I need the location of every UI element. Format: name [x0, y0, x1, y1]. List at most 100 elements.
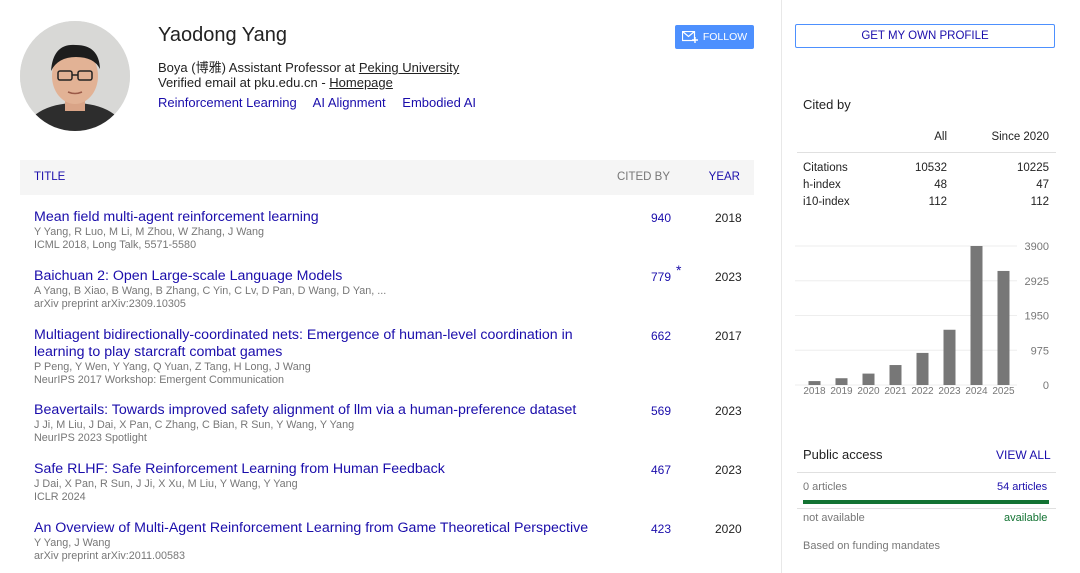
- chart-bar-2018[interactable]: [808, 381, 821, 385]
- cited-by-column-header: CITED BY: [616, 171, 670, 183]
- x-tick-label: 2022: [911, 386, 934, 397]
- article-title[interactable]: Beavertails: Towards improved safety ali…: [34, 402, 594, 419]
- articles-table-header: TITLE CITED BY YEAR: [20, 160, 754, 195]
- column-divider: [781, 0, 782, 573]
- cited-by-since-header: Since 2020: [991, 131, 1049, 143]
- article-row: Baichuan 2: Open Large-scale Language Mo…: [34, 262, 754, 310]
- citations-label[interactable]: Citations: [803, 162, 848, 174]
- article-authors: A Yang, B Xiao, B Wang, B Zhang, C Yin, …: [34, 285, 387, 297]
- available-label: available: [1004, 512, 1048, 524]
- homepage-link[interactable]: Homepage: [329, 75, 393, 90]
- view-all-link[interactable]: VIEW ALL: [996, 448, 1051, 462]
- chart-bar-2021[interactable]: [889, 365, 902, 385]
- interest-link[interactable]: AI Alignment: [313, 95, 386, 110]
- article-title[interactable]: Baichuan 2: Open Large-scale Language Mo…: [34, 268, 579, 285]
- chart-bar-2020[interactable]: [862, 373, 875, 385]
- profile-email: Verified email at pku.edu.cn - Homepage: [158, 75, 393, 90]
- article-citation-count[interactable]: 940: [651, 211, 671, 225]
- merged-citations-star[interactable]: *: [676, 262, 681, 278]
- chart-bar-2025[interactable]: [997, 270, 1010, 385]
- x-tick-label: 2023: [938, 386, 961, 397]
- citations-since: 10225: [1017, 162, 1049, 174]
- i10-index-row: i10-index 112 112: [803, 196, 1049, 212]
- article-venue: arXiv preprint arXiv:2309.10305: [34, 297, 186, 310]
- article-row: Safe RLHF: Safe Reinforcement Learning f…: [34, 461, 754, 503]
- article-year: 2020: [715, 522, 742, 536]
- article-row: An Overview of Multi-Agent Reinforcement…: [34, 520, 754, 562]
- chart-bar-2024[interactable]: [970, 246, 983, 385]
- article-year: 2023: [715, 404, 742, 418]
- article-citation-count[interactable]: 569: [651, 404, 671, 418]
- article-venue: ICML 2018, Long Talk, 5571-5580: [34, 238, 197, 251]
- x-tick-label: 2020: [857, 386, 880, 397]
- follow-label: FOLLOW: [702, 31, 748, 43]
- citations-all: 10532: [915, 162, 947, 174]
- available-count-link[interactable]: 54 articles: [997, 481, 1047, 493]
- cited-by-all-header: All: [934, 131, 947, 143]
- affiliation-text: Boya (博雅) Assistant Professor at: [158, 60, 359, 75]
- public-access-divider: [797, 508, 1056, 509]
- follow-button[interactable]: FOLLOW: [675, 25, 754, 49]
- i10-index-label[interactable]: i10-index: [803, 196, 850, 208]
- article-year: 2023: [715, 463, 742, 477]
- public-access-heading: Public access: [803, 447, 883, 462]
- article-title[interactable]: Multiagent bidirectionally-coordinated n…: [34, 327, 579, 361]
- interest-link[interactable]: Embodied AI: [402, 95, 476, 110]
- public-access-progress-bar: [803, 500, 1049, 504]
- article-authors: J Dai, X Pan, R Sun, J Ji, X Xu, M Liu, …: [34, 478, 298, 490]
- profile-name: Yaodong Yang: [158, 24, 288, 46]
- y-tick-label: 1950: [1025, 311, 1049, 323]
- x-tick-label: 2024: [965, 386, 988, 397]
- article-year: 2017: [715, 329, 742, 343]
- article-authors: Y Yang, R Luo, M Li, M Zhou, W Zhang, J …: [34, 226, 265, 238]
- article-citation-count[interactable]: 467: [651, 463, 671, 477]
- x-tick-label: 2021: [884, 386, 907, 397]
- article-venue: NeurIPS 2023 Spotlight: [34, 431, 147, 444]
- article-row: Beavertails: Towards improved safety ali…: [34, 402, 754, 444]
- sort-by-year[interactable]: YEAR: [709, 171, 740, 183]
- chart-bar-2019[interactable]: [835, 378, 848, 385]
- article-authors: P Peng, Y Wen, Y Yang, Q Yuan, Z Tang, H…: [34, 361, 311, 373]
- public-access-divider: [797, 472, 1056, 473]
- affiliation-link[interactable]: Peking University: [359, 60, 459, 75]
- cited-by-heading: Cited by: [803, 97, 851, 112]
- article-venue: arXiv preprint arXiv:2011.00583: [34, 549, 186, 562]
- article-row: Mean field multi-agent reinforcement lea…: [34, 209, 754, 251]
- not-available-count: 0 articles: [803, 481, 848, 493]
- citations-row: Citations 10532 10225: [803, 162, 1049, 178]
- get-my-own-profile-button[interactable]: GET MY OWN PROFILE: [795, 24, 1055, 48]
- article-citation-count[interactable]: 662: [651, 329, 671, 343]
- email-text: Verified email at pku.edu.cn -: [158, 75, 330, 90]
- not-available-label: not available: [803, 512, 865, 524]
- article-year: 2018: [715, 211, 742, 225]
- y-tick-label: 2925: [1025, 276, 1049, 288]
- sort-by-title[interactable]: TITLE: [34, 171, 65, 183]
- article-authors: Y Yang, J Wang: [34, 537, 111, 549]
- profile-avatar: [20, 21, 130, 131]
- funding-mandates-note: Based on funding mandates: [803, 540, 940, 552]
- i10-index-since: 112: [1030, 196, 1049, 208]
- h-index-all: 48: [934, 179, 947, 191]
- mail-plus-icon: [681, 31, 698, 43]
- article-year: 2023: [715, 270, 742, 284]
- article-citation-count[interactable]: 779: [651, 270, 671, 284]
- y-tick-label: 3900: [1025, 241, 1049, 253]
- h-index-since: 47: [1036, 179, 1049, 191]
- chart-bar-2023[interactable]: [943, 329, 956, 385]
- article-title[interactable]: Mean field multi-agent reinforcement lea…: [34, 209, 579, 226]
- y-tick-label: 975: [1031, 345, 1049, 357]
- h-index-row: h-index 48 47: [803, 179, 1049, 195]
- chart-bar-2022[interactable]: [916, 352, 929, 385]
- article-title[interactable]: Safe RLHF: Safe Reinforcement Learning f…: [34, 461, 579, 478]
- research-interests: Reinforcement Learning AI Alignment Embo…: [158, 95, 489, 110]
- article-row: Multiagent bidirectionally-coordinated n…: [34, 327, 754, 386]
- interest-link[interactable]: Reinforcement Learning: [158, 95, 297, 110]
- x-tick-label: 2019: [830, 386, 853, 397]
- h-index-label[interactable]: h-index: [803, 179, 841, 191]
- article-authors: J Ji, M Liu, J Dai, X Pan, C Zhang, C Bi…: [34, 419, 355, 431]
- article-title[interactable]: An Overview of Multi-Agent Reinforcement…: [34, 520, 609, 537]
- cited-by-divider: [797, 152, 1056, 153]
- article-citation-count[interactable]: 423: [651, 522, 671, 536]
- article-venue: ICLR 2024: [34, 490, 86, 503]
- y-tick-label: 0: [1043, 380, 1049, 392]
